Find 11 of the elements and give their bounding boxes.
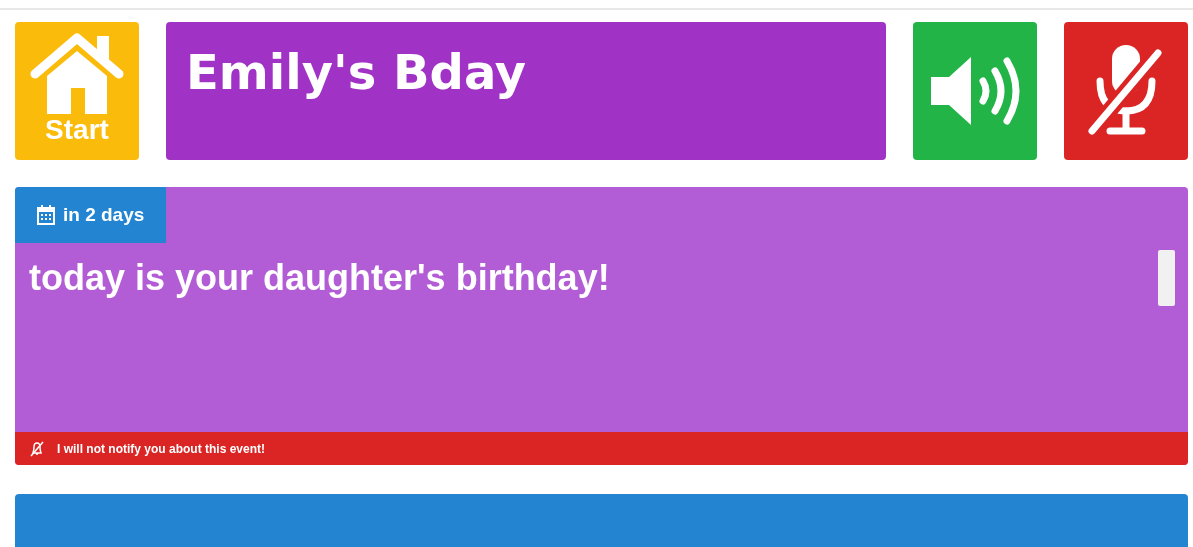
speaker-button[interactable] — [913, 22, 1037, 160]
date-label: in 2 days — [63, 204, 145, 226]
microphone-button[interactable] — [1064, 22, 1188, 160]
muted-bell-icon — [29, 440, 45, 457]
calendar-icon — [37, 205, 55, 225]
event-message: today is your daughter's birthday! — [28, 256, 611, 299]
event-title: Emily's Bday — [166, 22, 886, 160]
scrollbar[interactable] — [1158, 250, 1175, 306]
notice-text: I will not notify you about this event! — [57, 441, 265, 456]
home-icon — [29, 32, 125, 116]
start-button[interactable]: Start — [15, 22, 139, 160]
